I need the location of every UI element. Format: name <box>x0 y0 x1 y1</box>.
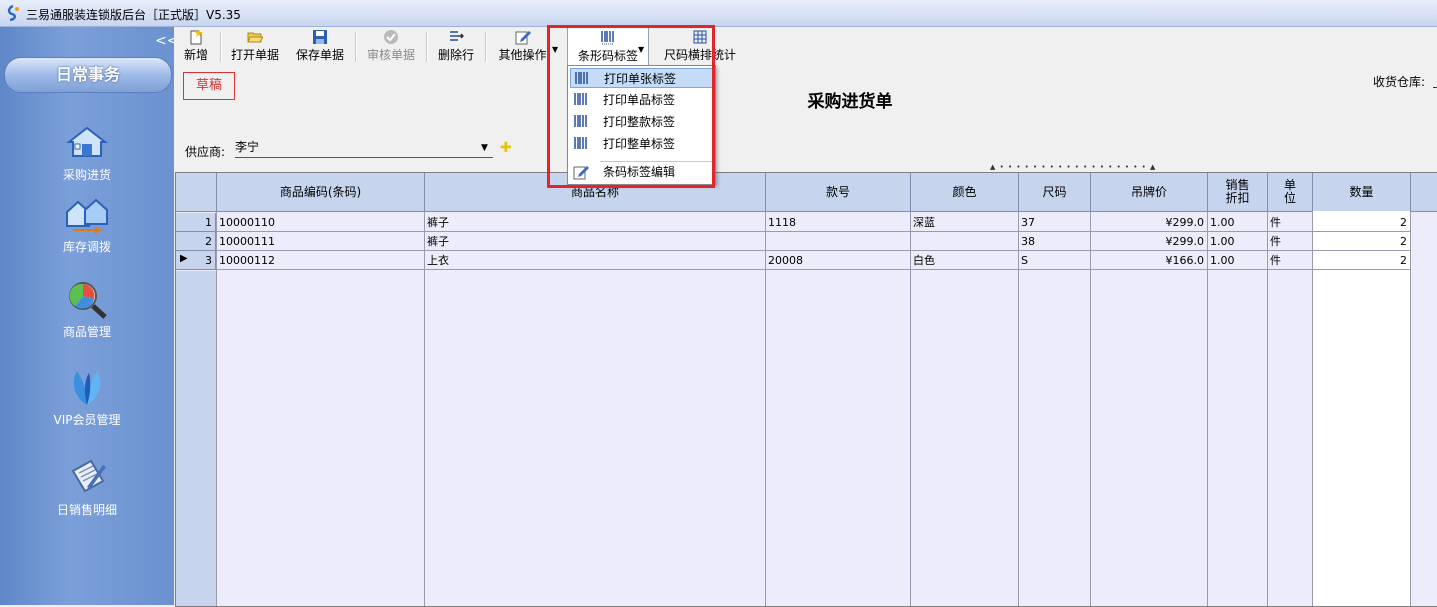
clipboard-pen-icon <box>71 459 106 493</box>
check-circle-icon <box>384 30 398 44</box>
column-header[interactable]: 销售 折扣 <box>1208 173 1268 212</box>
edit-note-icon <box>515 31 531 45</box>
grid-line <box>910 211 911 606</box>
supplier-field[interactable]: 李宁 <box>235 138 493 158</box>
table-cell[interactable]: 10000110 <box>217 213 425 232</box>
items-grid: 商品编码(条码) 商品名称 款号 颜色 尺码 吊牌价 销售 折扣 单 位 数量 … <box>175 172 1437 607</box>
save-document-button[interactable]: 保存单据 <box>294 29 346 65</box>
audit-document-button[interactable]: 审核单据 <box>365 29 417 65</box>
column-header[interactable]: 商品编码(条码) <box>217 173 425 212</box>
table-cell[interactable]: 白色 <box>911 251 1019 270</box>
column-header[interactable]: 单 位 <box>1268 173 1313 212</box>
table-cell[interactable]: 1.00 <box>1208 251 1268 270</box>
table-cell[interactable]: 1.00 <box>1208 232 1268 251</box>
sidebar-item-label: VIP会员管理 <box>53 413 121 427</box>
sidebar-item-label: 采购进货 <box>62 168 111 182</box>
delete-row-button[interactable]: 删除行 <box>436 29 476 65</box>
toolbar: 新增 打开单据 保存单据 审核单据 删除行 其他操作 ▼ 条形码标签 ▼ 尺码横… <box>175 27 1437 67</box>
grid-corner <box>176 173 217 212</box>
table-cell[interactable]: 深蓝 <box>911 213 1019 232</box>
table-cell[interactable]: ¥299.0 <box>1091 232 1208 251</box>
sidebar-item-vip[interactable]: VIP会员管理 <box>0 367 174 428</box>
column-header-extra <box>1411 173 1437 212</box>
row-header-area <box>176 271 216 606</box>
supplier-dropdown-arrow[interactable]: ▼ <box>481 143 488 153</box>
house-icon <box>66 126 108 157</box>
table-cell[interactable]: S <box>1019 251 1091 270</box>
grid-line <box>765 211 766 606</box>
table-cell[interactable] <box>911 232 1019 251</box>
table-cell[interactable]: ¥299.0 <box>1091 213 1208 232</box>
column-header[interactable]: 颜色 <box>911 173 1019 212</box>
delete-row-icon <box>450 31 464 41</box>
supplier-label: 供应商: <box>185 145 226 159</box>
sidebar-item-label: 日销售明细 <box>56 503 117 517</box>
folder-open-icon <box>247 32 263 43</box>
sidebar-item-label: 库存调拨 <box>62 240 111 254</box>
table-cell[interactable]: 2 <box>1313 251 1411 270</box>
row-number[interactable]: 2 <box>176 232 216 251</box>
table-cell[interactable]: 10000112 <box>217 251 425 270</box>
table-cell[interactable]: 裤子 <box>425 213 766 232</box>
row-number[interactable]: 1 <box>176 213 216 232</box>
sidebar: << 日常事务 采购进货 库存调拨 商品管理 VIP会员管理 日销售明细 <box>0 27 178 605</box>
table-cell[interactable]: 1118 <box>766 213 911 232</box>
sidebar-item-daily-sales[interactable]: 日销售明细 <box>0 457 174 518</box>
grid-line <box>1090 211 1091 606</box>
grid-line <box>1410 211 1411 606</box>
column-header[interactable]: 尺码 <box>1019 173 1091 212</box>
new-button[interactable]: 新增 <box>181 29 211 65</box>
table-cell[interactable]: 件 <box>1268 251 1313 270</box>
table-cell[interactable]: 10000111 <box>217 232 425 251</box>
column-header[interactable]: 吊牌价 <box>1091 173 1208 212</box>
sidebar-item-transfer[interactable]: 库存调拨 <box>0 194 174 255</box>
open-document-button[interactable]: 打开单据 <box>229 29 281 65</box>
grid-line <box>216 211 217 606</box>
grid-line <box>1207 211 1208 606</box>
grid-line <box>424 211 425 606</box>
form-title: 采购进货单 <box>807 92 893 112</box>
main-panel: 新增 打开单据 保存单据 审核单据 删除行 其他操作 ▼ 条形码标签 ▼ 尺码横… <box>175 27 1437 607</box>
qty-column-area <box>1313 211 1410 606</box>
table-cell[interactable]: 2 <box>1313 232 1411 251</box>
toolbar-separator <box>426 32 428 62</box>
highlight-box <box>547 25 715 188</box>
transfer-houses-icon <box>66 198 108 234</box>
table-cell[interactable]: 37 <box>1019 213 1091 232</box>
table-cell[interactable]: 38 <box>1019 232 1091 251</box>
toolbar-separator <box>220 32 222 62</box>
sidebar-item-purchase[interactable]: 采购进货 <box>0 122 174 183</box>
toolbar-separator <box>355 32 357 62</box>
table-cell[interactable] <box>766 232 911 251</box>
table-cell[interactable]: 上衣 <box>425 251 766 270</box>
window-title: 三易通服装连锁版后台［正式版］V5.35 <box>26 8 241 22</box>
sidebar-item-label: 商品管理 <box>62 325 111 339</box>
current-row-indicator-icon: ▶ <box>180 253 188 264</box>
vip-leaves-icon <box>73 371 101 405</box>
table-cell[interactable]: 1.00 <box>1208 213 1268 232</box>
panel-splitter[interactable]: ▲ • • • • • • • • • • • • • • • • • • ▲ <box>990 163 1156 171</box>
grid-line <box>1018 211 1019 606</box>
column-header[interactable]: 款号 <box>766 173 911 212</box>
column-header[interactable]: 数量 <box>1313 173 1411 212</box>
table-cell[interactable]: 2 <box>1313 213 1411 232</box>
title-bar: 三易通服装连锁版后台［正式版］V5.35 <box>0 0 1437 27</box>
magnifier-chart-icon <box>69 282 107 319</box>
table-cell[interactable]: 件 <box>1268 232 1313 251</box>
sidebar-item-products[interactable]: 商品管理 <box>0 279 174 340</box>
other-actions-button[interactable]: 其他操作 <box>495 29 550 65</box>
app-logo-icon <box>7 5 19 21</box>
add-supplier-icon[interactable]: ✚ <box>500 140 512 156</box>
grid-line <box>1267 211 1268 606</box>
warehouse-label: 收货仓库: <box>1373 75 1426 89</box>
save-disk-icon <box>313 30 327 44</box>
warehouse-field[interactable] <box>1433 73 1437 88</box>
toolbar-separator <box>485 32 487 62</box>
new-document-icon <box>190 29 203 45</box>
table-cell[interactable]: 20008 <box>766 251 911 270</box>
table-cell[interactable]: ¥166.0 <box>1091 251 1208 270</box>
table-cell[interactable]: 裤子 <box>425 232 766 251</box>
table-cell[interactable]: 件 <box>1268 213 1313 232</box>
sidebar-header[interactable]: 日常事务 <box>4 57 172 93</box>
